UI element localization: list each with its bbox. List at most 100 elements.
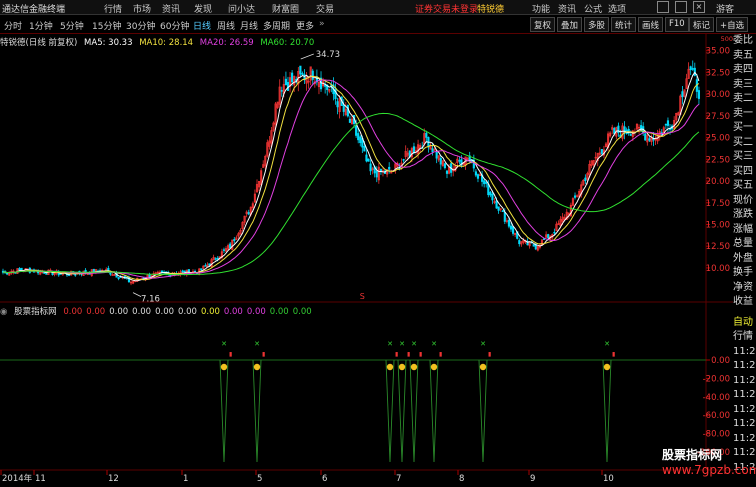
quote-row: 买五: [733, 180, 753, 191]
price-tick-label: 17.50: [706, 199, 730, 209]
tongji-button[interactable]: 统计: [611, 17, 637, 32]
diejia-button[interactable]: 叠加: [557, 17, 583, 32]
ma5-label: MA5: 30.33: [84, 38, 133, 48]
low-pointer: [132, 292, 142, 297]
candle-body: [45, 273, 48, 275]
restore-icon[interactable]: [675, 1, 687, 13]
minimize-icon[interactable]: [657, 1, 669, 13]
quote-row: 11:25: [733, 374, 756, 386]
candle-body: [542, 238, 546, 240]
period-monthly[interactable]: 月线: [240, 19, 258, 32]
indicator-value: 0.00: [109, 307, 129, 317]
menu-zixun[interactable]: 资讯: [162, 2, 180, 15]
chevron-right-icon[interactable]: »: [319, 19, 325, 29]
menu-wenxiaoda[interactable]: 问小达: [228, 2, 255, 15]
menu-zixun-right[interactable]: 资讯: [558, 2, 576, 15]
candle-body: [74, 274, 77, 276]
indicator-value: 0.00: [132, 307, 152, 317]
ma60-line: [2, 112, 700, 276]
candle-body: [439, 158, 442, 165]
period-bar: 分时 1分钟 5分钟 15分钟 30分钟 60分钟 日线 周线 月线 多周期 更…: [0, 16, 756, 34]
period-5min[interactable]: 5分钟: [60, 19, 84, 32]
chart-title: 特锐德(日线 前复权): [0, 38, 78, 48]
price-tick-label: 32.50: [706, 68, 730, 78]
price-tick-label: 30.00: [706, 90, 730, 100]
quote-row: 11:25: [733, 432, 756, 444]
menu-faxian[interactable]: 发现: [194, 2, 212, 15]
quote-row: 收益: [733, 296, 753, 307]
f10-button[interactable]: F10: [665, 17, 689, 32]
price-tick-label: 10.00: [706, 264, 730, 274]
add-watchlist-button[interactable]: +自选: [716, 17, 749, 32]
period-1min[interactable]: 1分钟: [29, 19, 53, 32]
signal-flag-icon: ▮: [262, 351, 265, 358]
ma60-label: MA60: 20.70: [260, 38, 315, 48]
candle-body: [222, 249, 226, 251]
candle-body: [512, 226, 515, 234]
candle-body: [443, 163, 447, 169]
indicator-tick-label: -40.00: [703, 393, 730, 403]
candle-body: [491, 193, 494, 201]
candle-body: [18, 268, 21, 271]
signal-spike: [478, 359, 488, 463]
period-daily[interactable]: 日线: [193, 19, 211, 32]
close-icon[interactable]: ×: [693, 1, 705, 13]
high-label: 34.73: [316, 50, 340, 60]
period-30min[interactable]: 30分钟: [126, 19, 155, 32]
candle-body: [648, 138, 651, 141]
signal-coin-icon: [253, 363, 261, 371]
menu-gongshi[interactable]: 公式: [584, 2, 602, 15]
menu-jiaoyi[interactable]: 交易: [316, 2, 334, 15]
huaxian-button[interactable]: 画线: [638, 17, 664, 32]
menu-shichang[interactable]: 市场: [133, 2, 151, 15]
signal-coin-icon: [410, 363, 418, 371]
quote-row: 净资: [733, 281, 753, 293]
candle-body: [507, 219, 511, 227]
indicator-value: 0.00: [269, 307, 289, 317]
candle-body: [367, 158, 370, 162]
price-tick-label: 35.00: [706, 47, 730, 57]
candle-body: [445, 170, 449, 174]
indicator-settings-icon[interactable]: ◉: [0, 307, 7, 317]
menu-hangqing[interactable]: 行情: [104, 2, 122, 15]
login-notice[interactable]: 证券交易未登录: [415, 2, 478, 15]
candle-body: [600, 149, 603, 154]
watermark-url: www.7gpzb.com: [662, 463, 756, 477]
candle-body: [666, 120, 670, 126]
candle-body: [487, 183, 490, 196]
fuquan-button[interactable]: 复权: [530, 17, 556, 32]
period-15min[interactable]: 15分钟: [92, 19, 121, 32]
candle-body: [365, 154, 368, 162]
candle-body: [435, 151, 438, 159]
indicator-title: 股票指标网: [14, 307, 57, 317]
price-tick-label: 12.50: [706, 242, 730, 252]
quote-row: 11:25: [733, 403, 756, 415]
period-more[interactable]: 更多: [296, 19, 314, 32]
indicator-value: 0.00: [63, 307, 83, 317]
candle-body: [233, 239, 236, 242]
candle-body: [573, 195, 577, 198]
indicator-value: 0.00: [178, 307, 197, 317]
period-fenshi[interactable]: 分时: [4, 19, 22, 32]
period-multi[interactable]: 多周期: [263, 19, 290, 32]
menu-xuanxiang[interactable]: 选项: [608, 2, 626, 15]
candle-body: [518, 240, 521, 245]
candle-body: [284, 78, 287, 86]
signal-flag-icon: ▮: [407, 351, 410, 358]
signal-spike: [429, 359, 439, 463]
duogu-button[interactable]: 多股: [584, 17, 610, 32]
menu-bar: 通达信金融终端 行情 市场 资讯 发现 问小达 财富圈 交易 证券交易未登录 特…: [0, 0, 756, 15]
kline-chart[interactable]: 35.00 32.50 30.00 27.50 25.00 22.50 20.00 17.50…: [0, 34, 733, 487]
menu-caifuquan[interactable]: 财富圈: [272, 2, 299, 15]
indicator-value: 0.00: [223, 307, 243, 317]
period-weekly[interactable]: 周线: [217, 19, 235, 32]
candle-body: [644, 133, 647, 141]
biaoji-button[interactable]: 标记: [689, 17, 715, 32]
candle-body: [363, 146, 366, 152]
signal-cross-icon: ✕: [431, 340, 437, 348]
period-60min[interactable]: 60分钟: [160, 19, 189, 32]
candle-body: [497, 206, 500, 211]
quote-row: 自动: [733, 316, 753, 328]
date-label: 11: [35, 474, 46, 484]
menu-gongneng[interactable]: 功能: [532, 2, 550, 15]
